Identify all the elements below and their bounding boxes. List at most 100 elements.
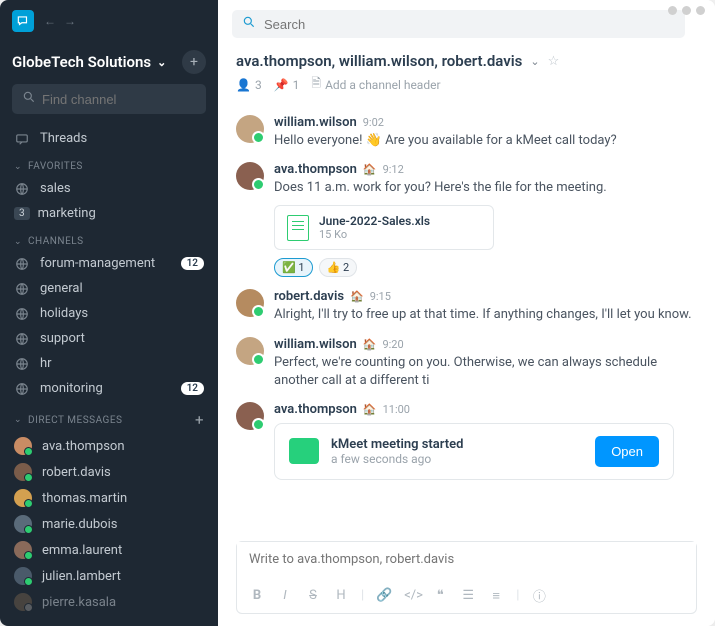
meeting-subtitle: a few seconds ago (331, 452, 583, 466)
avatar (14, 593, 32, 611)
composer-input[interactable] (237, 542, 696, 578)
sidebar-fav-sales[interactable]: sales (0, 176, 218, 201)
sidebar-dm-marie.dubois[interactable]: marie.dubois (0, 511, 218, 537)
message-time: 11:00 (383, 403, 410, 416)
person-icon: 👤 (236, 78, 251, 92)
sidebar-item-label: sales (40, 181, 204, 196)
quote-button[interactable]: ❝ (432, 588, 448, 603)
spreadsheet-icon (287, 215, 309, 241)
sidebar-item-label: pierre.kasala (42, 595, 116, 610)
favorites-heading-label: FAVORITES (28, 161, 83, 172)
channel-topic[interactable]: 🗎Add a channel header (311, 74, 440, 95)
message: ava.thompson🏠11:00kMeet meeting starteda… (218, 396, 715, 486)
message: robert.davis🏠9:15Alright, I'll try to fr… (218, 283, 715, 330)
sidebar-item-label: thomas.martin (42, 491, 127, 506)
dm-heading-label: DIRECT MESSAGES (28, 415, 122, 426)
reaction[interactable]: ✅ 1 (274, 258, 313, 277)
sidebar-channel-hr[interactable]: hr (0, 351, 218, 376)
sidebar-item-label: marie.dubois (42, 517, 117, 532)
avatar (236, 115, 264, 143)
sidebar-channel-monitoring[interactable]: monitoring12 (0, 376, 218, 401)
message-text: Alright, I'll try to free up at that tim… (274, 306, 697, 324)
sidebar-item-label: robert.davis (42, 465, 111, 480)
file-attachment[interactable]: June-2022-Sales.xls15 Ko (274, 205, 494, 250)
message-author[interactable]: william.wilson (274, 337, 357, 352)
sidebar-dm-thomas.martin[interactable]: thomas.martin (0, 485, 218, 511)
status-emoji: 🏠 (350, 290, 364, 303)
message: william.wilson🏠9:20Perfect, we're counti… (218, 331, 715, 396)
message-text: Perfect, we're counting on you. Otherwis… (274, 354, 697, 390)
dm-heading[interactable]: ⌄ DIRECT MESSAGES + (0, 401, 218, 433)
find-channel-input[interactable] (12, 84, 206, 114)
message-author[interactable]: william.wilson (274, 115, 357, 130)
sidebar-channel-forum-management[interactable]: forum-management12 (0, 251, 218, 276)
globe-icon (14, 182, 30, 196)
message-author[interactable]: robert.davis (274, 289, 344, 304)
nav-back-icon[interactable]: ← (44, 14, 56, 28)
info-button[interactable]: ⓘ (531, 586, 547, 605)
sidebar-item-label: hr (40, 356, 204, 371)
favorite-star-icon[interactable]: ☆ (548, 54, 560, 69)
sidebar-dm-pierre.kasala[interactable]: pierre.kasala (0, 589, 218, 615)
sidebar-dm-ava.thompson[interactable]: ava.thompson (0, 433, 218, 459)
sidebar-dm-emma.laurent[interactable]: emma.laurent (0, 537, 218, 563)
sidebar-channel-general[interactable]: general (0, 276, 218, 301)
heading-button[interactable]: H (333, 588, 349, 603)
bullets-button[interactable]: ☰ (460, 588, 476, 603)
channels-heading[interactable]: ⌄ CHANNELS (0, 226, 218, 251)
pinned-count[interactable]: 📌1 (274, 78, 300, 92)
member-count[interactable]: 👤3 (236, 78, 262, 92)
open-meeting-button[interactable]: Open (595, 436, 659, 467)
message-time: 9:20 (382, 338, 403, 351)
meeting-card: kMeet meeting starteda few seconds agoOp… (274, 423, 674, 480)
sidebar-dm-robert.davis[interactable]: robert.davis (0, 459, 218, 485)
reactions: ✅ 1 👍 2 (274, 258, 697, 277)
threads-icon (14, 132, 30, 146)
app-logo[interactable] (12, 10, 34, 32)
status-emoji: 🏠 (363, 163, 377, 176)
globe-icon (14, 332, 30, 346)
sidebar-threads[interactable]: Threads (0, 126, 218, 151)
sidebar-fav-marketing[interactable]: 3 marketing (0, 201, 218, 226)
link-button[interactable]: 🔗 (376, 588, 392, 603)
avatar (236, 337, 264, 365)
find-channel-field[interactable] (42, 92, 218, 107)
bold-button[interactable]: B (249, 588, 265, 603)
video-icon (289, 438, 319, 464)
favorites-heading[interactable]: ⌄ FAVORITES (0, 151, 218, 176)
channel-title[interactable]: ava.thompson, william.wilson, robert.dav… (236, 52, 522, 70)
sidebar: ← → GlobeTech Solutions ⌄ + Threads ⌄ FA… (0, 0, 218, 626)
workspace-add-button[interactable]: + (182, 50, 206, 74)
sidebar-item-label: holidays (40, 306, 204, 321)
reaction[interactable]: 👍 2 (319, 258, 358, 277)
code-button[interactable]: </> (404, 588, 420, 603)
avatar (14, 515, 32, 533)
pin-icon: 📌 (274, 78, 289, 92)
sidebar-item-label: marketing (38, 206, 204, 221)
avatar (236, 402, 264, 430)
italic-button[interactable]: I (277, 588, 293, 603)
search-input[interactable] (264, 17, 675, 32)
chevron-down-icon[interactable]: ⌄ (530, 55, 539, 68)
chevron-down-icon: ⌄ (14, 237, 22, 247)
workspace-switcher[interactable]: GlobeTech Solutions ⌄ (12, 53, 166, 71)
globe-icon (14, 257, 30, 271)
sidebar-channel-support[interactable]: support (0, 326, 218, 351)
global-search[interactable] (232, 10, 685, 38)
sidebar-dm-julien.lambert[interactable]: julien.lambert (0, 563, 218, 589)
message-author[interactable]: ava.thompson (274, 402, 357, 417)
message-text: Hello everyone! 👋 Are you available for … (274, 132, 697, 150)
message-author[interactable]: ava.thompson (274, 162, 357, 177)
globe-icon (14, 307, 30, 321)
numbered-button[interactable]: ≡ (488, 588, 504, 604)
composer-toolbar: B I S H | 🔗 </> ❝ ☰ ≡ | ⓘ (237, 582, 696, 613)
message: ava.thompson🏠9:12Does 11 a.m. work for y… (218, 156, 715, 283)
sidebar-item-label: ava.thompson (42, 439, 125, 454)
file-size: 15 Ko (319, 228, 430, 241)
add-dm-button[interactable]: + (195, 411, 204, 429)
nav-forward-icon[interactable]: → (64, 14, 76, 28)
sidebar-channel-holidays[interactable]: holidays (0, 301, 218, 326)
composer: B I S H | 🔗 </> ❝ ☰ ≡ | ⓘ (236, 541, 697, 614)
strike-button[interactable]: S (305, 588, 321, 603)
message: william.wilson9:02Hello everyone! 👋 Are … (218, 109, 715, 156)
